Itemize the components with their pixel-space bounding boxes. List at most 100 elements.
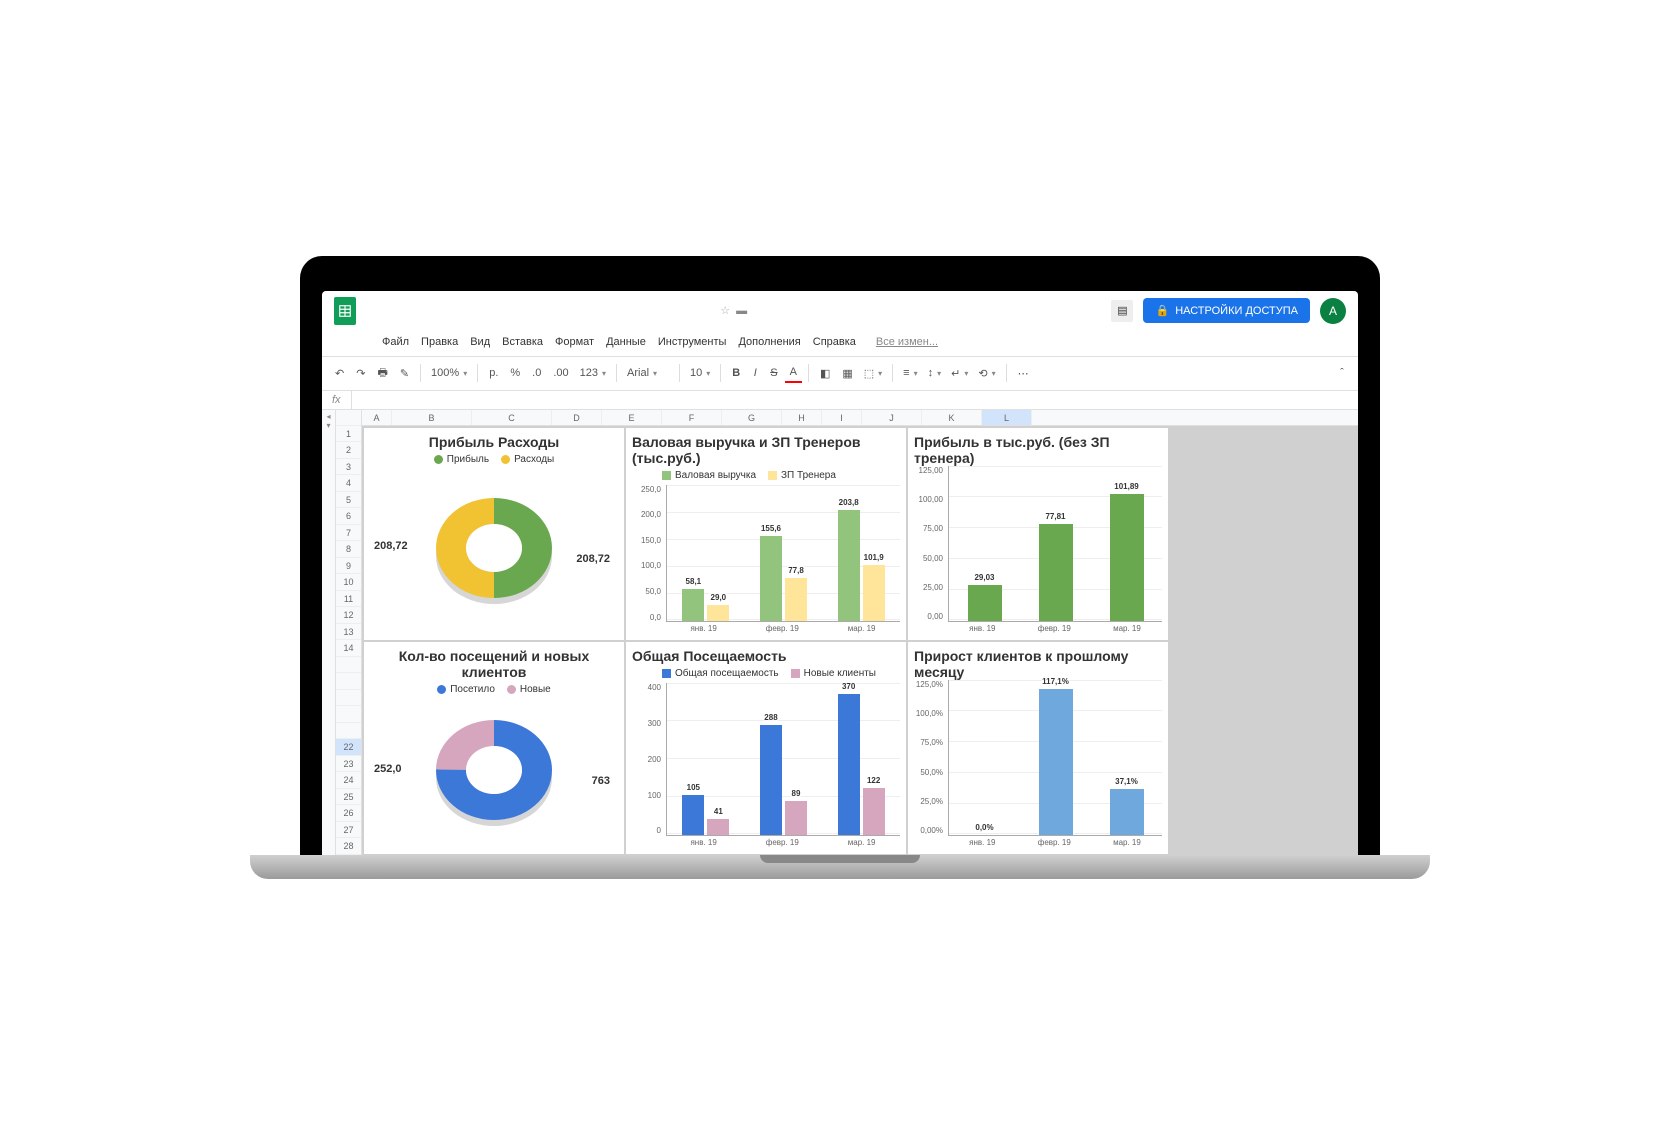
col-header[interactable]: I	[822, 410, 862, 425]
chart-panel-c1[interactable]: Прибыль РасходыПрибыльРасходы 208,72 208…	[364, 428, 624, 640]
row-header[interactable]: 1	[336, 426, 361, 443]
dec-decrease-button[interactable]: .0	[527, 364, 546, 382]
row-header[interactable]: 10	[336, 574, 361, 591]
row-header[interactable]: 13	[336, 624, 361, 641]
redo-button[interactable]: ↷	[351, 364, 370, 383]
number-format-select[interactable]: 123	[576, 365, 610, 381]
bold-button[interactable]: B	[727, 364, 745, 382]
folder-icon[interactable]: ▬	[736, 305, 747, 317]
row-header[interactable]: 4	[336, 475, 361, 492]
row-header[interactable]: 9	[336, 558, 361, 575]
row-header[interactable]: 11	[336, 591, 361, 608]
avatar[interactable]: А	[1320, 298, 1346, 324]
menu-Вид[interactable]: Вид	[466, 334, 494, 350]
row-header[interactable]	[336, 657, 361, 674]
menu-Справка[interactable]: Справка	[809, 334, 860, 350]
chart-title: Валовая выручка и ЗП Тренеров (тыс.руб.)	[632, 434, 900, 466]
row-header[interactable]: 3	[336, 459, 361, 476]
chart-panel-c4[interactable]: Кол-во посещений и новых клиентовПосетил…	[364, 642, 624, 854]
font-size-select[interactable]: 10	[686, 365, 714, 381]
share-button[interactable]: 🔒 НАСТРОЙКИ ДОСТУПА	[1143, 298, 1310, 323]
chart-panel-c3[interactable]: Прибыль в тыс.руб. (без ЗП тренера)125,0…	[908, 428, 1168, 640]
more-button[interactable]: ⋯	[1013, 364, 1034, 383]
dec-increase-button[interactable]: .00	[548, 364, 573, 382]
font-select[interactable]: Arial	[623, 365, 673, 381]
merge-button[interactable]: ⬚	[860, 365, 886, 382]
percent-button[interactable]: %	[505, 364, 525, 382]
row-header[interactable]: 26	[336, 805, 361, 822]
chart-panel-c2[interactable]: Валовая выручка и ЗП Тренеров (тыс.руб.)…	[626, 428, 906, 640]
strike-button[interactable]: S	[765, 364, 782, 382]
row-group-gutter[interactable]: ◂▾	[322, 410, 336, 856]
row-header[interactable]: 23	[336, 756, 361, 773]
row-header[interactable]: 7	[336, 525, 361, 542]
row-header[interactable]	[336, 723, 361, 740]
row-header[interactable]: 24	[336, 772, 361, 789]
col-header[interactable]: C	[472, 410, 552, 425]
row-header[interactable]: 27	[336, 822, 361, 839]
row-header[interactable]: 6	[336, 508, 361, 525]
row-header[interactable]	[336, 706, 361, 723]
menu-Вставка[interactable]: Вставка	[498, 334, 547, 350]
row-header[interactable]: 22	[336, 739, 361, 756]
toolbar-expand-button[interactable]: ˆ	[1334, 364, 1350, 382]
sheets-logo-icon	[334, 297, 356, 325]
row-header[interactable]: 14	[336, 640, 361, 657]
col-header[interactable]: G	[722, 410, 782, 425]
dashboard: Прибыль РасходыПрибыльРасходы 208,72 208…	[362, 426, 1358, 856]
rotate-button[interactable]: ⟲	[974, 365, 999, 382]
italic-button[interactable]: I	[747, 364, 763, 382]
app-window: ☆ ▬ ▤ 🔒 НАСТРОЙКИ ДОСТУПА А ФайлПравкаВи…	[322, 291, 1358, 856]
borders-button[interactable]: ▦	[837, 364, 857, 383]
col-header[interactable]: K	[922, 410, 982, 425]
col-header[interactable]: D	[552, 410, 602, 425]
chart-panel-c6[interactable]: Прирост клиентов к прошлому месяцу125,0%…	[908, 642, 1168, 854]
star-icon[interactable]: ☆	[720, 304, 730, 317]
valign-button[interactable]: ↕	[924, 365, 946, 381]
chart-title: Общая Посещаемость	[632, 648, 900, 664]
col-header[interactable]: B	[392, 410, 472, 425]
menu-Данные[interactable]: Данные	[602, 334, 650, 350]
wrap-button[interactable]: ↵	[947, 365, 972, 382]
text-color-button[interactable]: A	[785, 363, 802, 383]
menu-Дополнения[interactable]: Дополнения	[734, 334, 804, 350]
print-button[interactable]: 🖶	[372, 361, 392, 386]
menu-Правка[interactable]: Правка	[417, 334, 462, 350]
col-header[interactable]: E	[602, 410, 662, 425]
col-header[interactable]: H	[782, 410, 822, 425]
changes-link[interactable]: Все измен...	[872, 334, 942, 350]
col-header[interactable]: A	[362, 410, 392, 425]
row-header[interactable]: 2	[336, 442, 361, 459]
titlebar: ☆ ▬ ▤ 🔒 НАСТРОЙКИ ДОСТУПА А	[322, 291, 1358, 332]
chart-title: Прирост клиентов к прошлому месяцу	[914, 648, 1162, 680]
undo-button[interactable]: ↶	[330, 364, 349, 383]
col-header[interactable]: F	[662, 410, 722, 425]
comments-button[interactable]: ▤	[1111, 300, 1133, 322]
formula-bar: fx	[322, 391, 1358, 410]
menu-Файл[interactable]: Файл	[378, 334, 413, 350]
menu-Инструменты[interactable]: Инструменты	[654, 334, 731, 350]
chart-title: Кол-во посещений и новых клиентов	[370, 648, 618, 680]
chart-panel-c5[interactable]: Общая ПосещаемостьОбщая посещаемостьНовы…	[626, 642, 906, 854]
currency-button[interactable]: р.	[484, 364, 503, 382]
laptop-frame: ☆ ▬ ▤ 🔒 НАСТРОЙКИ ДОСТУПА А ФайлПравкаВи…	[300, 256, 1380, 856]
row-header[interactable]: 5	[336, 492, 361, 509]
chart-title: Прибыль Расходы	[370, 434, 618, 450]
row-header[interactable]: 28	[336, 838, 361, 855]
toolbar: ↶ ↷ 🖶 ✎ 100% р. % .0 .00 123 Arial 10 B …	[322, 357, 1358, 391]
row-header[interactable]: 12	[336, 607, 361, 624]
row-header[interactable]	[336, 690, 361, 707]
spreadsheet-grid: ◂▾ 12345678910111213142223242526272829 A…	[322, 410, 1358, 856]
col-header[interactable]: L	[982, 410, 1032, 425]
menu-Формат[interactable]: Формат	[551, 334, 598, 350]
col-header[interactable]: J	[862, 410, 922, 425]
share-label: НАСТРОЙКИ ДОСТУПА	[1175, 305, 1298, 317]
zoom-select[interactable]: 100%	[427, 365, 471, 381]
fill-color-button[interactable]: ◧	[815, 364, 835, 383]
chart-title: Прибыль в тыс.руб. (без ЗП тренера)	[914, 434, 1162, 466]
row-header[interactable]: 25	[336, 789, 361, 806]
row-header[interactable]: 8	[336, 541, 361, 558]
halign-button[interactable]: ≡	[899, 365, 921, 381]
row-header[interactable]	[336, 673, 361, 690]
paint-format-button[interactable]: ✎	[395, 364, 414, 383]
